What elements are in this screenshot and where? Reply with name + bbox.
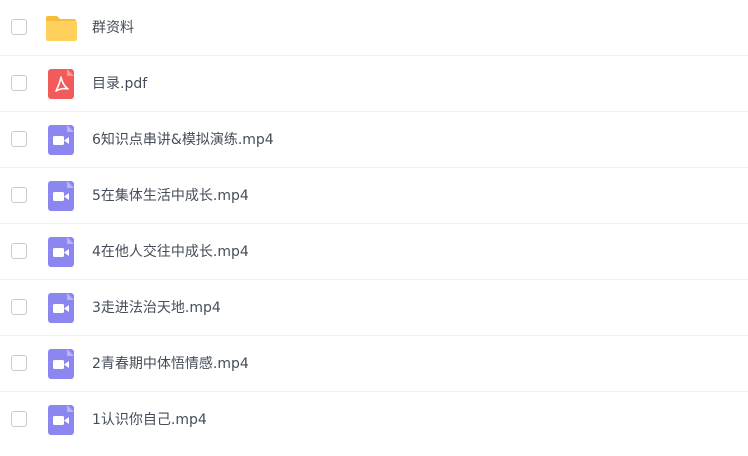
row-checkbox[interactable] <box>11 299 27 315</box>
video-icon <box>45 404 77 436</box>
video-icon <box>45 292 77 324</box>
file-name[interactable]: 4在他人交往中成长.mp4 <box>92 224 249 280</box>
row-checkbox[interactable] <box>11 243 27 259</box>
file-list: 群资料 目录.pdf 6知识点串讲&模拟演练.mp4 5在集体生活中成长.mp4… <box>0 0 748 456</box>
file-row-video[interactable]: 2青春期中体悟情感.mp4 <box>0 336 748 392</box>
video-icon <box>45 124 77 156</box>
file-row-video[interactable]: 5在集体生活中成长.mp4 <box>0 168 748 224</box>
file-row-video[interactable]: 1认识你自己.mp4 <box>0 392 748 448</box>
video-icon <box>45 348 77 380</box>
file-name[interactable]: 1认识你自己.mp4 <box>92 392 207 448</box>
file-name[interactable]: 6知识点串讲&模拟演练.mp4 <box>92 112 274 168</box>
file-row-video[interactable]: 4在他人交往中成长.mp4 <box>0 224 748 280</box>
pdf-icon <box>45 68 77 100</box>
file-name[interactable]: 5在集体生活中成长.mp4 <box>92 168 249 224</box>
file-name[interactable]: 目录.pdf <box>92 56 147 112</box>
row-checkbox[interactable] <box>11 19 27 35</box>
file-row-video[interactable]: 6知识点串讲&模拟演练.mp4 <box>0 112 748 168</box>
row-checkbox[interactable] <box>11 411 27 427</box>
file-row-folder[interactable]: 群资料 <box>0 0 748 56</box>
row-checkbox[interactable] <box>11 131 27 147</box>
video-icon <box>45 180 77 212</box>
folder-icon <box>45 12 77 44</box>
file-row-pdf[interactable]: 目录.pdf <box>0 56 748 112</box>
file-name[interactable]: 3走进法治天地.mp4 <box>92 280 221 336</box>
row-checkbox[interactable] <box>11 75 27 91</box>
row-checkbox[interactable] <box>11 355 27 371</box>
file-row-video[interactable]: 3走进法治天地.mp4 <box>0 280 748 336</box>
row-checkbox[interactable] <box>11 187 27 203</box>
file-name[interactable]: 群资料 <box>92 0 134 56</box>
file-name[interactable]: 2青春期中体悟情感.mp4 <box>92 336 249 392</box>
video-icon <box>45 236 77 268</box>
